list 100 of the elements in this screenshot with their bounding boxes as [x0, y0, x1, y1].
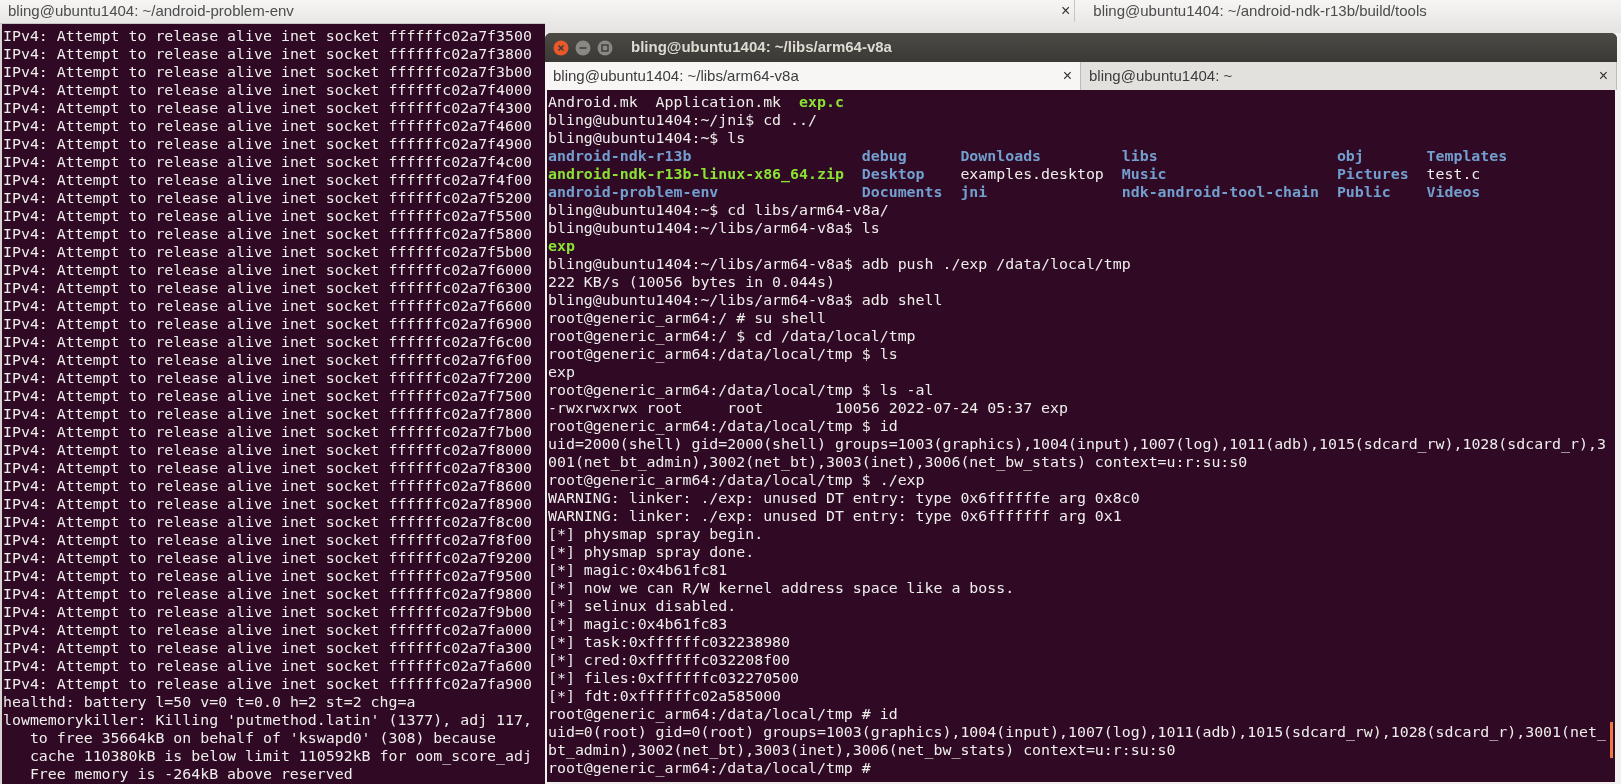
terminal-line: IPv4: Attempt to release alive inet socket ffffffc02a7f4f00: [3, 171, 532, 189]
terminal-line: -rwxrwxrwx root root 10056 2022-07-24 05:37 exp: [548, 399, 1068, 417]
terminal-line: IPv4: Attempt to release alive inet socket ffffffc02a7f3b00: [3, 63, 532, 81]
executable-name: exp: [548, 237, 575, 255]
terminal-line: IPv4: Attempt to release alive inet socket ffffffc02a7f6900: [3, 315, 532, 333]
directory-name: debug: [861, 147, 907, 165]
terminal-line: root@generic_arm64:/data/local/tmp $ id: [548, 417, 898, 435]
window-title: bling@ubuntu1404: ~/android-problem-env: [8, 1, 294, 22]
directory-name: jni: [960, 183, 988, 201]
executable-name: exp.c: [799, 93, 844, 111]
terminal-line: [*] magic:0x4b61fc83: [548, 615, 728, 633]
terminal-line: IPv4: Attempt to release alive inet socket ffffffc02a7f8000: [3, 441, 532, 459]
executable-name: android-ndk-r13b-linux-x86_64.zip: [548, 165, 844, 183]
terminal-line: IPv4: Attempt to release alive inet socket ffffffc02a7f5200: [3, 189, 532, 207]
terminal-line: [*] files:0xffffffc032270500: [548, 669, 800, 687]
terminal-line: IPv4: Attempt to release alive inet socket ffffffc02a7f7500: [3, 387, 532, 405]
terminal-line: [*] selinux disabled.: [548, 597, 737, 615]
file-name: test.c: [1426, 165, 1481, 183]
terminal-line: [*] task:0xffffffc032238980: [548, 633, 791, 651]
terminal-line: IPv4: Attempt to release alive inet socket ffffffc02a7f5500: [3, 207, 532, 225]
window-title: bling@ubuntu1404: ~/libs/arm64-v8a: [631, 37, 892, 58]
terminal-line: root@generic_arm64:/data/local/tmp $ ls: [548, 345, 898, 363]
directory-name: libs: [1121, 147, 1158, 165]
terminal-line: root@generic_arm64:/data/local/tmp #: [548, 759, 871, 777]
terminal-line: IPv4: Attempt to release alive inet socket ffffffc02a7f3800: [3, 45, 532, 63]
terminal-line: bling@ubuntu1404:~/libs/arm64-v8a$ ls: [548, 219, 880, 237]
directory-name: ndk-android-tool-chain: [1121, 183, 1319, 201]
scrollbar-thumb[interactable]: [1610, 722, 1613, 758]
terminal-line: 001(net_bt_admin),3002(net_bt),3003(inet),3006(net_bw_stats) context=u:r:su:s0: [548, 453, 1248, 471]
terminal-line: uid=0(root) gid=0(root) groups=1003(graphics),1004(input),1007(log),1011(adb),1015(sdcard_rw),1028(sdcard_r),3001(net_: [548, 723, 1606, 741]
terminal-line: [*] physmap spray begin.: [548, 525, 764, 543]
terminal-line: IPv4: Attempt to release alive inet socket ffffffc02a7f9b00: [3, 603, 532, 621]
terminal-line: [*] now we can R/W kernel address space like a boss.: [548, 579, 1015, 597]
terminal-line: IPv4: Attempt to release alive inet socket ffffffc02a7f6000: [3, 261, 532, 279]
terminal-line: IPv4: Attempt to release alive inet socket ffffffc02a7f7b00: [3, 423, 532, 441]
terminal-line: exp: [548, 363, 575, 381]
terminal-line: IPv4: Attempt to release alive inet socket ffffffc02a7f8c00: [3, 513, 532, 531]
terminal-line: [*] cred:0xffffffc032208f00: [548, 651, 791, 669]
tab-label: bling@ubuntu1404: ~/libs/arm64-v8a: [553, 65, 799, 86]
terminal-line: IPv4: Attempt to release alive inet socket ffffffc02a7f8300: [3, 459, 532, 477]
terminal-line: IPv4: Attempt to release alive inet socket ffffffc02a7f4300: [3, 99, 532, 117]
terminal-line: IPv4: Attempt to release alive inet socket ffffffc02a7f5b00: [3, 243, 532, 261]
tab[interactable]: bling@ubuntu1404: ~ ×: [1081, 62, 1617, 90]
terminal-line: IPv4: Attempt to release alive inet socket ffffffc02a7f9200: [3, 549, 532, 567]
terminal-line: IPv4: Attempt to release alive inet socket ffffffc02a7f6600: [3, 297, 532, 315]
terminal-line: root@generic_arm64:/data/local/tmp $ ./exp: [548, 471, 925, 489]
tab[interactable]: bling@ubuntu1404: ~/libs/arm64-v8a ×: [545, 62, 1081, 90]
close-icon[interactable]: ×: [1062, 64, 1072, 88]
close-icon[interactable]: [553, 39, 569, 56]
directory-name: android-problem-env: [548, 183, 719, 201]
terminal-line: IPv4: Attempt to release alive inet socket ffffffc02a7fa600: [3, 657, 532, 675]
terminal-line: IPv4: Attempt to release alive inet socket ffffffc02a7f4000: [3, 81, 532, 99]
terminal-line: IPv4: Attempt to release alive inet socket ffffffc02a7f8900: [3, 495, 532, 513]
terminal-line: bling@ubuntu1404:~/libs/arm64-v8a$ adb push ./exp /data/local/tmp: [548, 255, 1131, 273]
directory-name: Videos: [1426, 183, 1481, 201]
terminal-line: root@generic_arm64:/ # su shell: [548, 309, 826, 327]
terminal-line: IPv4: Attempt to release alive inet socket ffffffc02a7f6300: [3, 279, 532, 297]
file-name: Application.mk: [655, 93, 782, 111]
terminal-line: IPv4: Attempt to release alive inet socket ffffffc02a7f4600: [3, 117, 532, 135]
close-icon[interactable]: ×: [1057, 0, 1075, 22]
terminal-line: cache 110380kB is below limit 110592kB for oom_score_adj: [29, 747, 532, 765]
terminal-line: [*] magic:0x4b61fc81: [548, 561, 728, 579]
terminal-line: IPv4: Attempt to release alive inet socket ffffffc02a7f9800: [3, 585, 532, 603]
terminal-line: root@generic_arm64:/data/local/tmp $ ls -al: [548, 381, 934, 399]
terminal-line: IPv4: Attempt to release alive inet socket ffffffc02a7f7800: [3, 405, 532, 423]
terminal-line: IPv4: Attempt to release alive inet socket ffffffc02a7fa000: [3, 621, 532, 639]
terminal-line: IPv4: Attempt to release alive inet socket ffffffc02a7f7200: [3, 369, 532, 387]
terminal-line: IPv4: Attempt to release alive inet socket ffffffc02a7fa300: [3, 639, 532, 657]
minimize-icon[interactable]: [575, 39, 591, 56]
directory-name: Music: [1121, 165, 1167, 183]
terminal-line: IPv4: Attempt to release alive inet socket ffffffc02a7f4900: [3, 135, 532, 153]
terminal-line: to free 35664kB on behalf of 'kswapd0' (308) because: [29, 729, 497, 747]
file-name: examples.desktop: [960, 165, 1104, 183]
terminal-line: IPv4: Attempt to release alive inet socket ffffffc02a7f8f00: [3, 531, 532, 549]
terminal-line: bt_admin),3002(net_bt),3003(inet),3006(net_bw_stats) context=u:r:su:s0: [548, 741, 1176, 759]
terminal-line: IPv4: Attempt to release alive inet socket ffffffc02a7f9500: [3, 567, 532, 585]
file-name: Android.mk: [548, 93, 638, 111]
terminal-line: IPv4: Attempt to release alive inet socket ffffffc02a7f6f00: [3, 351, 532, 369]
terminal-line: bling@ubuntu1404:~$ ls: [548, 129, 746, 147]
terminal-line: uid=2000(shell) gid=2000(shell) groups=1003(graphics),1004(input),1007(log),1011(adb),1015(sdcard_rw),1028(sdcard_r),3: [548, 435, 1606, 453]
directory-name: Pictures: [1336, 165, 1409, 183]
terminal-line: bling@ubuntu1404:~/jni$ cd ../: [548, 111, 817, 129]
directory-name: Documents: [861, 183, 943, 201]
directory-name: Templates: [1426, 147, 1508, 165]
terminal-line: WARNING: linker: ./exp: unused DT entry: type 0x6fffffff arg 0x1: [548, 507, 1122, 525]
tab[interactable]: bling@ubuntu1404: ~/android-ndk-r13b/build/tools: [1074, 0, 1427, 22]
terminal-line: root@generic_arm64:/ $ cd /data/local/tmp: [548, 327, 916, 345]
directory-name: Public: [1336, 183, 1391, 201]
maximize-icon[interactable]: [597, 39, 613, 56]
terminal-line: [*] fdt:0xffffffc02a585000: [548, 687, 782, 705]
terminal-line: Free memory is -264kB above reserved: [29, 765, 353, 783]
tab-label: bling@ubuntu1404: ~: [1089, 65, 1233, 86]
close-icon[interactable]: ×: [1598, 64, 1608, 88]
terminal-line: bling@ubuntu1404:~$ cd libs/arm64-v8a/: [548, 201, 889, 219]
terminal-line: IPv4: Attempt to release alive inet socket ffffffc02a7f4c00: [3, 153, 532, 171]
terminal-line: 222 KB/s (10056 bytes in 0.044s): [548, 273, 835, 291]
terminal-line: root@generic_arm64:/data/local/tmp # id: [548, 705, 898, 723]
terminal-line: IPv4: Attempt to release alive inet socket ffffffc02a7f6c00: [3, 333, 532, 351]
directory-name: android-ndk-r13b: [548, 147, 692, 165]
terminal-line: IPv4: Attempt to release alive inet socket ffffffc02a7f3500: [3, 27, 532, 45]
